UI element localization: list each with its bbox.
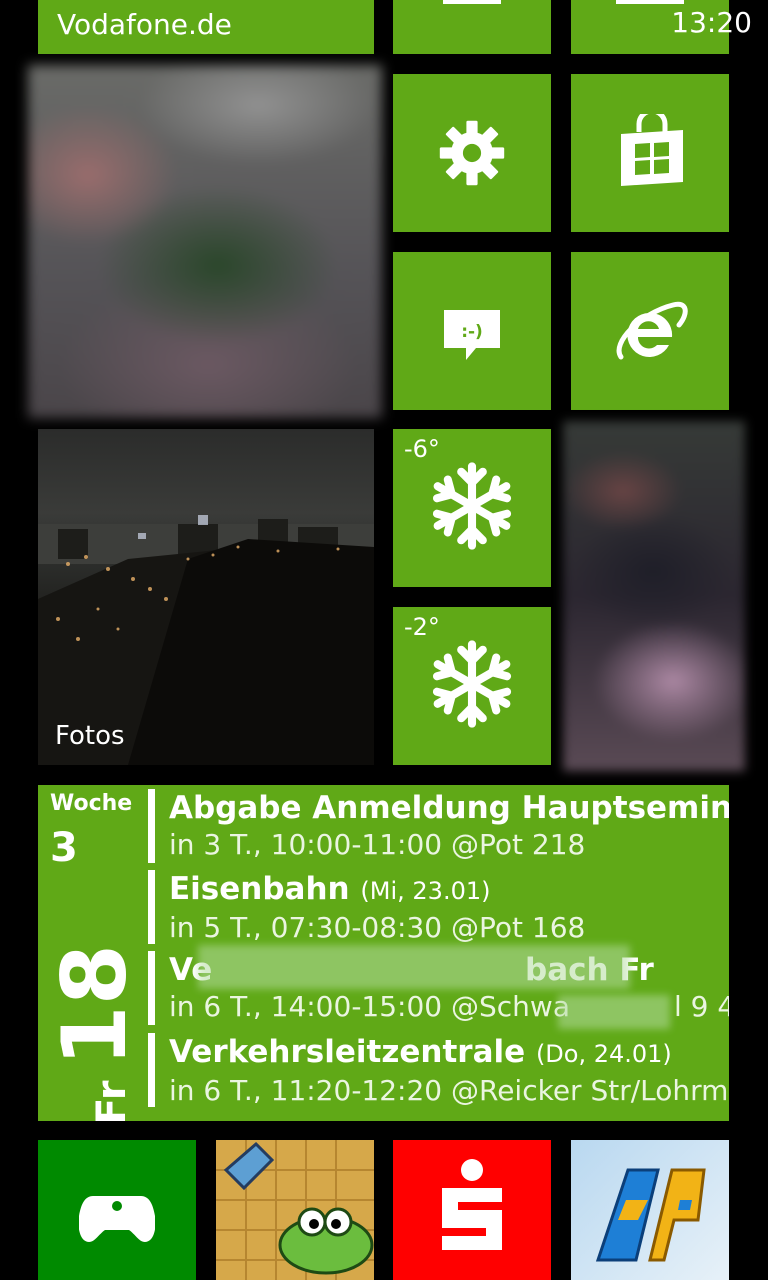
store-icon: [621, 114, 683, 186]
redacted-area: [198, 945, 630, 989]
snowflake-icon: [432, 640, 512, 728]
event-title: Abgabe Anmeldung Hauptsemin: [169, 790, 729, 826]
vodafone-tile[interactable]: Vodafone.de: [38, 0, 374, 54]
store-tile[interactable]: [571, 74, 729, 232]
snowflake-icon: [432, 462, 512, 550]
weather-tile-2[interactable]: -2°: [393, 607, 551, 765]
event-detail-end: l 9 4: [674, 990, 729, 1023]
day-name: Fr: [89, 1080, 135, 1122]
messaging-icon: :-): [444, 310, 500, 360]
photos-label: Fotos: [55, 721, 125, 751]
calendar-event: Eisenbahn (Mi, 23.01) in 5 T., 07:30-08:…: [148, 870, 729, 944]
redacted-area: [558, 995, 670, 1029]
city-night-photo: [38, 515, 374, 765]
vodafone-label: Vodafone.de: [57, 8, 232, 41]
game-tile-logo[interactable]: [571, 1140, 729, 1280]
calendar-tile[interactable]: Woche 3 Fr 18 Abgabe Anmeldung Hauptsemin…: [38, 785, 729, 1121]
day-number: 18: [43, 944, 146, 1067]
game-logo-icon: [595, 1168, 706, 1262]
photos-tile[interactable]: Fotos: [38, 429, 374, 765]
event-date: (Mi, 23.01): [360, 877, 491, 905]
week-label: Woche: [50, 791, 133, 816]
calendar-event: Abgabe Anmeldung Hauptsemin in 3 T., 10:…: [148, 789, 729, 863]
settings-tile[interactable]: [393, 74, 551, 232]
event-detail: in 6 T., 14:00-15:00 @Schwa: [169, 990, 570, 1023]
internet-explorer-tile[interactable]: [571, 252, 729, 410]
calendar-event: Verkehrsleitzentrale (Do, 24.01) in 6 T.…: [148, 1033, 729, 1107]
messaging-tile[interactable]: :-): [393, 252, 551, 410]
partial-icon: [616, 0, 684, 4]
sparkasse-icon: [442, 1159, 502, 1250]
event-detail: in 6 T., 11:20-12:20 @Reicker Str/Lohrm: [169, 1074, 729, 1107]
event-detail: in 5 T., 07:30-08:30 @Pot 168: [169, 911, 586, 944]
xbox-games-tile[interactable]: [38, 1140, 196, 1280]
contact-photo-tile[interactable]: [563, 421, 745, 771]
event-detail: in 3 T., 10:00-11:00 @Pot 218: [169, 828, 586, 861]
event-title: Eisenbahn: [169, 871, 350, 907]
week-number: 3: [50, 825, 78, 871]
weather-tile-1[interactable]: -6°: [393, 429, 551, 587]
calendar-date: Fr 18: [43, 944, 146, 1121]
croc-game-icon: [216, 1140, 374, 1280]
svg-text::-): :-): [461, 322, 483, 342]
internet-explorer-icon: [616, 301, 688, 360]
xbox-controller-icon: [79, 1196, 155, 1242]
status-clock: 13:20: [671, 6, 752, 39]
temperature-label: -2°: [404, 613, 440, 641]
event-title: Verkehrsleitzentrale: [169, 1034, 526, 1070]
top-tile-a[interactable]: [393, 0, 551, 54]
settings-icon: [439, 120, 505, 186]
temperature-label: -6°: [404, 435, 440, 463]
event-date: (Do, 24.01): [535, 1040, 672, 1068]
partial-icon: [443, 0, 501, 4]
game-tile-croc[interactable]: [216, 1140, 374, 1280]
sparkasse-tile[interactable]: [393, 1140, 551, 1280]
people-tile[interactable]: [28, 65, 382, 418]
